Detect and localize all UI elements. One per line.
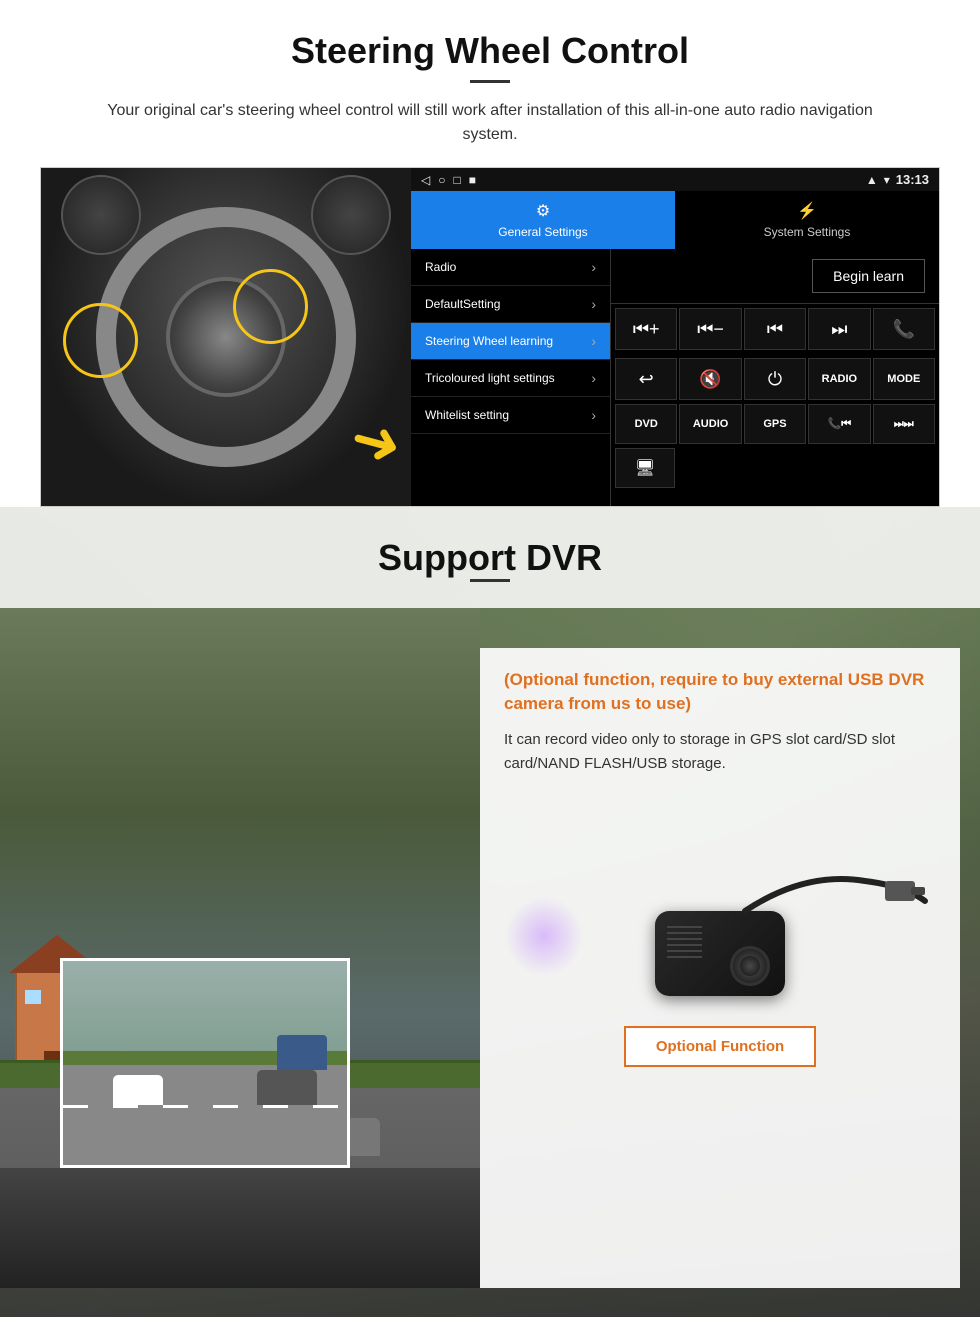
general-settings-label: General Settings bbox=[498, 225, 587, 239]
section-description: Your original car's steering wheel contr… bbox=[80, 99, 900, 147]
hang-up-btn[interactable]: ↩ bbox=[615, 358, 677, 400]
android-topbar: ◁ ○ □ ■ ▲ ▾ 13:13 bbox=[411, 168, 939, 191]
steering-wheel-bg: ➜ bbox=[41, 168, 411, 506]
chevron-icon: › bbox=[591, 370, 596, 386]
menu-whitelist-label: Whitelist setting bbox=[425, 408, 509, 422]
control-grid-row3: DVD AUDIO GPS 📞⏮ ⏭⏭ bbox=[611, 404, 939, 448]
home-icon[interactable]: ○ bbox=[438, 173, 445, 187]
dvd-btn[interactable]: DVD bbox=[615, 404, 677, 444]
dvr-title-divider bbox=[470, 579, 510, 582]
thumb-car-3 bbox=[277, 1035, 327, 1070]
dvr-dashboard bbox=[0, 1168, 480, 1288]
power-btn[interactable]: ⏻ bbox=[744, 358, 806, 400]
nav-icons: ◁ ○ □ ■ bbox=[421, 173, 476, 187]
call-btn[interactable]: 📞 bbox=[873, 308, 935, 350]
system-settings-icon: ⚡ bbox=[797, 201, 817, 221]
menu-defaultsetting-label: DefaultSetting bbox=[425, 297, 500, 311]
chevron-icon: › bbox=[591, 333, 596, 349]
audio-btn[interactable]: AUDIO bbox=[679, 404, 741, 444]
camera-cable-svg bbox=[685, 851, 935, 971]
menu-item-defaultsetting[interactable]: DefaultSetting › bbox=[411, 286, 610, 323]
camera-light-effect bbox=[504, 896, 584, 976]
back-icon[interactable]: ◁ bbox=[421, 173, 430, 187]
chevron-icon: › bbox=[591, 259, 596, 275]
system-settings-label: System Settings bbox=[764, 225, 851, 239]
next-next-btn[interactable]: ⏭⏭ bbox=[873, 404, 935, 444]
chevron-icon: › bbox=[591, 407, 596, 423]
dvr-scene-left bbox=[0, 608, 480, 1288]
screen-btn[interactable]: 🖥 bbox=[615, 448, 675, 488]
pointing-arrow: ➜ bbox=[343, 402, 410, 483]
gauge-right bbox=[311, 175, 391, 255]
dvr-content-area: (Optional function, require to buy exter… bbox=[0, 608, 980, 1288]
gps-btn[interactable]: GPS bbox=[744, 404, 806, 444]
highlight-left-buttons bbox=[63, 303, 138, 378]
tab-general-settings[interactable]: ⚙ General Settings bbox=[411, 191, 675, 249]
camera-body-group bbox=[655, 911, 785, 996]
android-settings-tabs: ⚙ General Settings ⚡ System Settings bbox=[411, 191, 939, 249]
control-grid-row1: ⏮+ ⏮− ⏮ ⏭ 📞 bbox=[611, 304, 939, 354]
page-title: Steering Wheel Control bbox=[40, 30, 940, 72]
steering-wheel-section: Steering Wheel Control Your original car… bbox=[0, 0, 980, 507]
tab-system-settings[interactable]: ⚡ System Settings bbox=[675, 191, 939, 249]
dvr-info-text: It can record video only to storage in G… bbox=[504, 728, 936, 776]
settings-menu: Radio › DefaultSetting › Steering Wheel … bbox=[411, 249, 611, 506]
dvr-optional-title: (Optional function, require to buy exter… bbox=[504, 668, 936, 716]
begin-learn-button[interactable]: Begin learn bbox=[812, 259, 925, 293]
clock: 13:13 bbox=[896, 172, 929, 187]
usb-plug bbox=[885, 881, 915, 901]
chevron-icon: › bbox=[591, 296, 596, 312]
settings-content: Begin learn ⏮+ ⏮− ⏮ ⏭ 📞 ↩ 🔇 ⏻ bbox=[611, 249, 939, 506]
dvr-section: Support DVR bbox=[0, 507, 980, 1317]
gauge-left bbox=[61, 175, 141, 255]
general-settings-icon: ⚙ bbox=[536, 201, 550, 221]
android-main-area: Radio › DefaultSetting › Steering Wheel … bbox=[411, 249, 939, 506]
android-ui-panel: ◁ ○ □ ■ ▲ ▾ 13:13 ⚙ General Settings bbox=[411, 168, 939, 506]
dvr-title-area: Support DVR bbox=[0, 507, 980, 608]
thumb-car-1 bbox=[113, 1075, 163, 1105]
dvr-camera-thumbnail bbox=[60, 958, 350, 1168]
wifi-icon: ▾ bbox=[884, 173, 890, 187]
vol-down-btn[interactable]: ⏮− bbox=[679, 308, 741, 350]
status-icons: ▲ ▾ 13:13 bbox=[866, 172, 929, 187]
mode-btn[interactable]: MODE bbox=[873, 358, 935, 400]
optional-btn-container: Optional Function bbox=[504, 1016, 936, 1067]
menu-tricoloured-label: Tricoloured light settings bbox=[425, 371, 555, 385]
menu-item-whitelist[interactable]: Whitelist setting › bbox=[411, 397, 610, 434]
signal-icon: ▲ bbox=[866, 173, 878, 187]
app-icon[interactable]: ■ bbox=[469, 173, 476, 187]
title-divider bbox=[470, 80, 510, 83]
dvr-title: Support DVR bbox=[0, 537, 980, 579]
radio-btn[interactable]: RADIO bbox=[808, 358, 870, 400]
menu-item-radio[interactable]: Radio › bbox=[411, 249, 610, 286]
usb-connector bbox=[911, 887, 925, 895]
extra-row: 🖥 bbox=[611, 448, 939, 488]
recents-icon[interactable]: □ bbox=[453, 173, 460, 187]
menu-item-steering-wheel-learning[interactable]: Steering Wheel learning › bbox=[411, 323, 610, 360]
vol-up-btn[interactable]: ⏮+ bbox=[615, 308, 677, 350]
swc-composite: ➜ ◁ ○ □ ■ ▲ ▾ 13:13 bbox=[40, 167, 940, 507]
thumb-car-2 bbox=[257, 1070, 317, 1105]
optional-function-button[interactable]: Optional Function bbox=[624, 1026, 816, 1067]
dvr-info-box: (Optional function, require to buy exter… bbox=[480, 648, 960, 1288]
menu-item-tricoloured[interactable]: Tricoloured light settings › bbox=[411, 360, 610, 397]
prev-track-btn[interactable]: ⏮ bbox=[744, 308, 806, 350]
menu-radio-label: Radio bbox=[425, 260, 456, 274]
steering-wheel-photo: ➜ bbox=[41, 168, 411, 506]
call-prev-btn[interactable]: 📞⏮ bbox=[808, 404, 870, 444]
highlight-right-buttons bbox=[233, 269, 308, 344]
control-grid-row2: ↩ 🔇 ⏻ RADIO MODE bbox=[611, 354, 939, 404]
next-track-btn[interactable]: ⏭ bbox=[808, 308, 870, 350]
mute-btn[interactable]: 🔇 bbox=[679, 358, 741, 400]
menu-swl-label: Steering Wheel learning bbox=[425, 334, 553, 348]
dvr-info-right: (Optional function, require to buy exter… bbox=[480, 608, 980, 1288]
begin-learn-row: Begin learn bbox=[611, 249, 939, 304]
dvr-camera-image bbox=[504, 796, 936, 996]
window-1 bbox=[25, 990, 41, 1004]
